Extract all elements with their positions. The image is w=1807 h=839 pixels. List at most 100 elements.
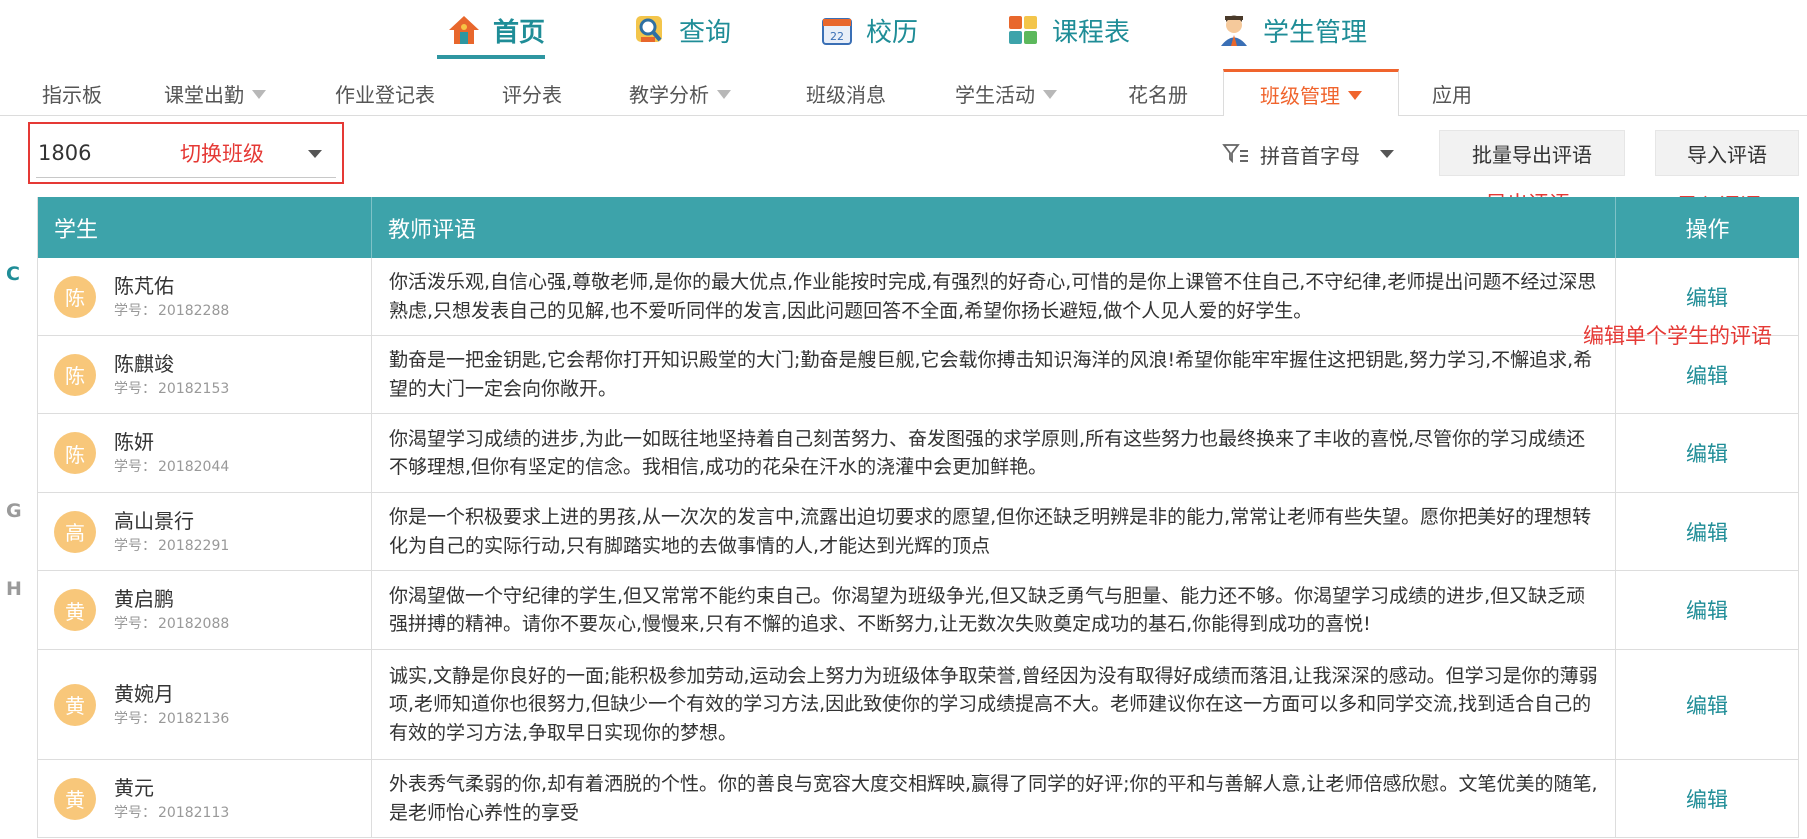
class-select-value: 1806 — [38, 140, 92, 165]
teacher-comment: 你是一个积极要求上进的男孩,从一次次的发言中,流露出迫切要求的愿望,但你还缺乏明… — [372, 493, 1616, 570]
student-id-label: 学号： — [114, 616, 156, 632]
tab-gradebook-label: 评分表 — [502, 82, 562, 107]
tab-teaching-analysis[interactable]: 教学分析 — [620, 70, 740, 116]
nav-calendar-label: 校历 — [866, 17, 919, 48]
edit-link[interactable]: 编辑 — [1616, 414, 1799, 492]
teacher-comment: 诚实,文静是你良好的一面;能积极参加劳动,运动会上努力为班级体争取荣誉,曾经因为… — [372, 650, 1616, 759]
student-id-value: 20182291 — [158, 537, 230, 554]
student-id-value: 20182044 — [158, 459, 230, 475]
chevron-down-icon — [308, 150, 322, 158]
teacher-comment: 外表秀气柔弱的你,却有着洒脱的个性。你的善良与宽容大度交相辉映,赢得了同学的好评… — [372, 760, 1616, 837]
calendar-icon: 22 — [820, 13, 854, 47]
avatar: 陈 — [54, 275, 96, 318]
edit-link[interactable]: 编辑 — [1616, 571, 1799, 649]
tab-dashboard-label: 指示板 — [42, 82, 102, 107]
tab-roster-label: 花名册 — [1128, 82, 1188, 107]
student-id: 学号： 20182044 — [114, 456, 229, 476]
sort-select[interactable]: 拼音首字母 — [1222, 134, 1394, 174]
filter-sort-icon — [1222, 142, 1250, 166]
table-row: 黄黄启鹏 学号： 20182088 你渴望做一个守纪律的学生,但又常常不能约束自己。… — [38, 571, 1799, 650]
letter-index-g[interactable]: G — [6, 500, 22, 522]
nav-student-management[interactable]: 学生管理 — [1217, 0, 1367, 60]
nav-query-label: 查询 — [679, 17, 732, 48]
nav-calendar[interactable]: 22 校历 — [820, 0, 918, 60]
edit-link[interactable]: 编辑 — [1616, 760, 1799, 837]
student-id: 学号： 20182136 — [114, 708, 229, 728]
student-id: 学号： 20182288 — [114, 300, 229, 320]
student-id-label: 学号： — [114, 537, 156, 554]
student-id-value: 20182088 — [158, 616, 230, 632]
tab-homework-label: 作业登记表 — [335, 82, 435, 107]
student-name: 高山景行 — [114, 508, 194, 533]
tab-class-management[interactable]: 班级管理 — [1223, 69, 1399, 116]
timetable-icon — [1006, 13, 1040, 47]
tab-apps[interactable]: 应用 — [1420, 70, 1484, 116]
import-comments-button[interactable]: 导入评语 — [1655, 130, 1799, 176]
nav-student-management-label: 学生管理 — [1263, 17, 1368, 48]
tab-class-messages[interactable]: 班级消息 — [796, 70, 896, 116]
header-action: 操作 — [1685, 217, 1730, 243]
tab-gradebook[interactable]: 评分表 — [490, 70, 574, 116]
student-id-value: 20182288 — [158, 302, 230, 319]
tab-roster[interactable]: 花名册 — [1116, 70, 1200, 116]
edit-link[interactable]: 编辑 — [1616, 493, 1799, 570]
table-row: 黄黄婉月 学号： 20182136 诚实,文静是你良好的一面;能积极参加劳动,运动会… — [38, 650, 1799, 760]
header-comment: 教师评语 — [372, 197, 1616, 258]
student-icon — [1217, 13, 1251, 47]
letter-index-c[interactable]: C — [6, 263, 20, 285]
edit-link[interactable]: 编辑 — [1616, 650, 1799, 759]
home-icon — [447, 13, 481, 47]
letter-index-h[interactable]: H — [6, 578, 22, 600]
nav-home[interactable]: 首页 — [447, 0, 545, 60]
header-student: 学生 — [38, 197, 372, 258]
tab-dashboard[interactable]: 指示板 — [22, 70, 122, 116]
student-id-label: 学号： — [114, 710, 156, 727]
student-name: 陈芃佑 — [114, 273, 174, 298]
tab-apps-label: 应用 — [1432, 82, 1472, 107]
tab-attendance[interactable]: 课堂出勤 — [150, 70, 280, 116]
avatar: 黄 — [54, 589, 96, 631]
student-id: 学号： 20182113 — [114, 802, 229, 822]
avatar: 陈 — [54, 353, 96, 396]
student-id-value: 20182113 — [158, 804, 230, 821]
import-comments-label: 导入评语 — [1687, 142, 1767, 167]
table-row: 黄黄元 学号： 20182113 外表秀气柔弱的你,却有着洒脱的个性。你的善良与宽容… — [38, 760, 1799, 838]
student-id: 学号： 20182088 — [114, 613, 229, 633]
student-id-label: 学号： — [114, 459, 156, 475]
student-id-value: 20182153 — [158, 380, 230, 397]
nav-timetable[interactable]: 课程表 — [1006, 0, 1130, 60]
table-row: 陈陈妍 学号： 20182044 你渴望学习成绩的进步,为此一如既往地坚持着自己刻苦… — [38, 414, 1799, 493]
nav-home-label: 首页 — [493, 17, 546, 48]
annotation-switch-class: 切换班级 — [180, 142, 264, 166]
student-id-label: 学号： — [114, 302, 156, 319]
batch-export-label: 批量导出评语 — [1472, 142, 1592, 167]
teacher-comment: 你活泼乐观,自信心强,尊敬老师,是你的最大优点,作业能按时完成,有强烈的好奇心,… — [372, 258, 1616, 335]
tab-class-messages-label: 班级消息 — [806, 82, 886, 107]
sub-tab-bar: 指示板 课堂出勤 作业登记表 评分表 教学分析 班级消息 学生活动 花名册 班级… — [0, 69, 1807, 116]
student-name: 黄元 — [114, 775, 154, 800]
student-id-value: 20182136 — [158, 710, 230, 727]
chevron-down-icon — [1348, 90, 1362, 100]
table-row: 高高山景行 学号： 20182291 你是一个积极要求上进的男孩,从一次次的发言中,… — [38, 493, 1799, 571]
tab-student-activities-label: 学生活动 — [955, 82, 1035, 107]
tab-attendance-label: 课堂出勤 — [164, 82, 244, 107]
nav-query[interactable]: 查询 — [633, 0, 731, 60]
teacher-comment: 你渴望做一个守纪律的学生,但又常常不能约束自己。你渴望为班级争光,但又缺乏勇气与… — [372, 571, 1616, 649]
batch-export-button[interactable]: 批量导出评语 — [1439, 130, 1625, 176]
table-row: 陈陈麒竣 学号： 20182153 勤奋是一把金钥匙,它会帮你打开知识殿堂的大门;勤… — [38, 336, 1799, 414]
nav-active-indicator — [437, 55, 545, 59]
annotation-edit-single: 编辑单个学生的评语 — [1583, 324, 1772, 348]
chevron-down-icon — [252, 89, 266, 99]
nav-timetable-label: 课程表 — [1052, 17, 1131, 48]
student-name: 黄启鹏 — [114, 587, 174, 611]
table-row: 陈陈芃佑 学号： 20182288 你活泼乐观,自信心强,尊敬老师,是你的最大优点,… — [38, 258, 1799, 336]
student-name: 陈妍 — [114, 430, 154, 454]
student-id-label: 学号： — [114, 380, 156, 397]
teacher-comment: 你渴望学习成绩的进步,为此一如既往地坚持着自己刻苦努力、奋发图强的求学原则,所有… — [372, 414, 1616, 492]
sort-select-label: 拼音首字母 — [1260, 143, 1360, 168]
tab-homework[interactable]: 作业登记表 — [320, 70, 450, 116]
search-person-icon — [633, 13, 667, 47]
tab-student-activities[interactable]: 学生活动 — [946, 70, 1066, 116]
chevron-down-icon — [1380, 150, 1394, 158]
avatar: 黄 — [54, 683, 96, 726]
